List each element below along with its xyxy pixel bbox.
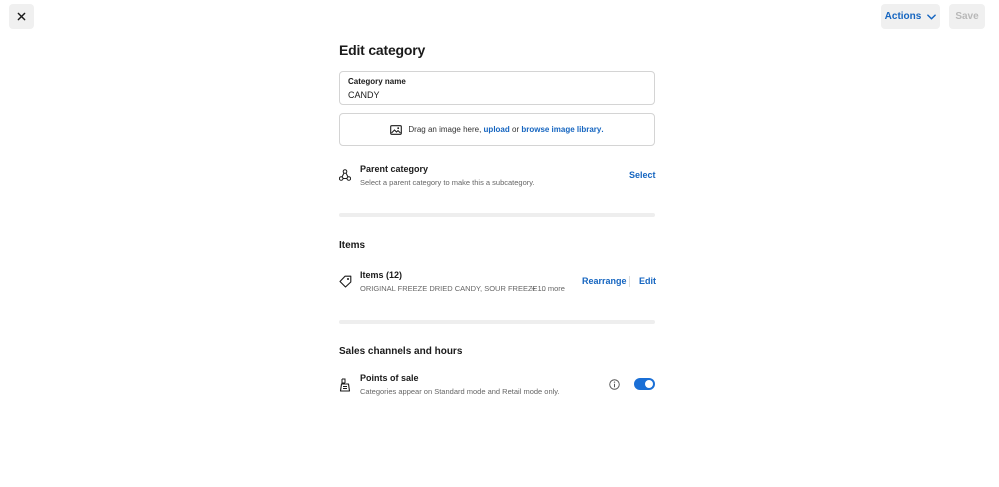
items-count-title: Items (12) (360, 270, 403, 280)
hierarchy-icon (339, 169, 351, 181)
category-name-label: Category name (348, 77, 406, 86)
page-title: Edit category (339, 42, 426, 58)
points-of-sale-title: Points of sale (360, 373, 419, 383)
register-icon (339, 378, 351, 392)
select-parent-button[interactable]: Select (629, 170, 656, 180)
rearrange-items-button[interactable]: Rearrange (582, 276, 627, 286)
section-divider (339, 320, 655, 324)
image-icon (390, 124, 403, 135)
chevron-down-icon (927, 13, 937, 20)
parent-category-title: Parent category (360, 164, 429, 174)
section-divider (339, 213, 655, 217)
toggle-knob (645, 380, 653, 388)
tag-icon (339, 275, 352, 288)
edit-items-button[interactable]: Edit (639, 276, 656, 286)
points-of-sale-toggle[interactable] (634, 378, 655, 390)
actions-label: Actions (884, 11, 922, 22)
items-section-title: Items (339, 240, 366, 251)
sales-section-title: Sales channels and hours (339, 346, 463, 357)
items-more-count: + 10 more (531, 284, 565, 293)
save-label: Save (955, 11, 979, 22)
image-drop-text: Drag an image here, (408, 125, 484, 134)
image-drop-period: . (601, 125, 604, 134)
upload-link[interactable]: upload (484, 125, 510, 134)
items-row: Items (12) ORIGINAL FREEZE DRIED CANDY, … (339, 270, 656, 296)
close-icon (17, 12, 26, 21)
image-drop-or: or (509, 125, 522, 134)
actions-button[interactable]: Actions (881, 4, 940, 29)
parent-category-subtitle: Select a parent category to make this a … (360, 178, 535, 187)
save-button[interactable]: Save (949, 4, 985, 29)
category-name-field[interactable]: Category name CANDY (339, 71, 655, 105)
close-button[interactable] (9, 4, 34, 29)
points-of-sale-subtitle: Categories appear on Standard mode and R… (360, 387, 560, 396)
category-name-value[interactable]: CANDY (348, 90, 380, 100)
edit-category-page: Actions Save Edit category Category name… (0, 0, 999, 487)
items-preview: ORIGINAL FREEZE DRIED CANDY, SOUR FREEZE… (360, 284, 546, 293)
points-of-sale-row: Points of sale Categories appear on Stan… (339, 373, 655, 399)
parent-category-row: Parent category Select a parent category… (339, 163, 656, 189)
info-icon[interactable] (609, 379, 620, 390)
image-drop-zone[interactable]: Drag an image here, upload or browse ima… (339, 113, 655, 146)
browse-image-library-link[interactable]: browse image library (521, 125, 601, 134)
action-separator (629, 276, 630, 287)
